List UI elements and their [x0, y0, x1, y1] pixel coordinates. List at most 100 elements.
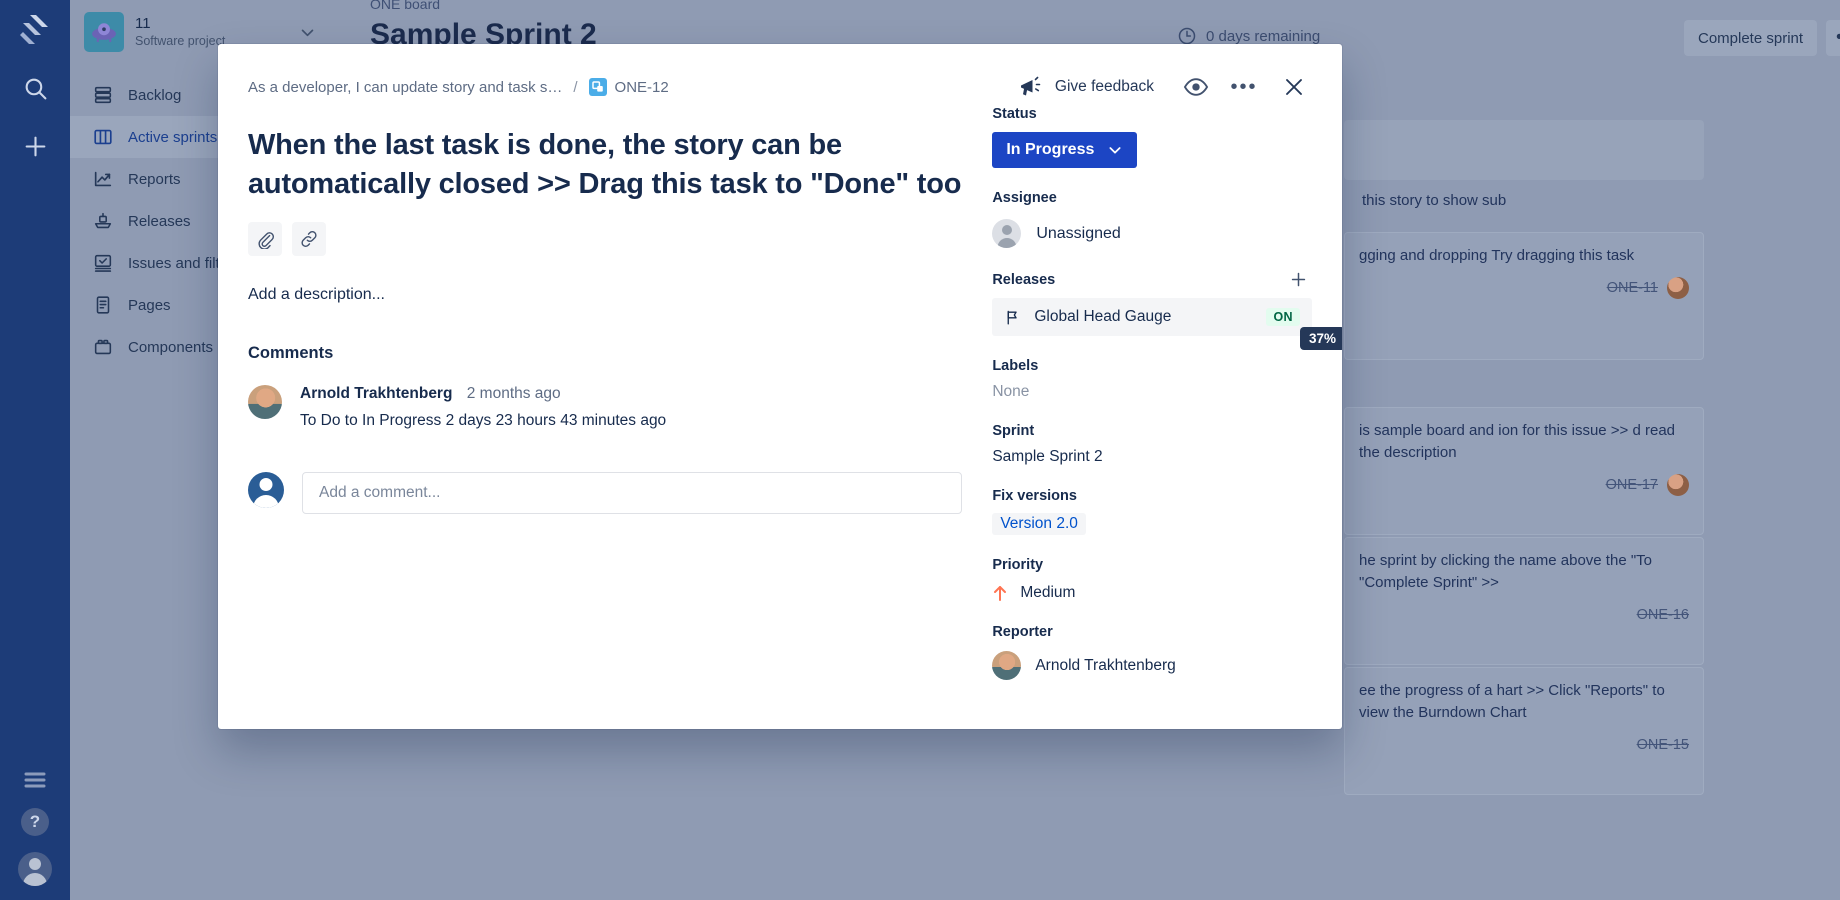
labels-value[interactable]: None	[992, 383, 1312, 401]
board-card[interactable]: is sample board and ion for this issue >…	[1344, 407, 1704, 535]
add-comment-input[interactable]: Add a comment...	[302, 472, 962, 514]
components-icon	[92, 336, 114, 358]
jira-logo[interactable]	[13, 8, 57, 52]
subtask-icon	[589, 78, 607, 96]
project-name: 11	[135, 15, 288, 33]
plus-icon[interactable]	[13, 124, 57, 168]
release-name: Global Head Gauge	[1034, 308, 1253, 326]
search-icon[interactable]	[13, 66, 57, 110]
flag-icon	[1004, 309, 1021, 326]
rail-bottom-group: ?	[0, 770, 70, 886]
avatar	[992, 219, 1021, 248]
release-item[interactable]: Global Head Gauge ON 37%	[992, 298, 1312, 336]
board-more-button[interactable]: •••	[1826, 20, 1840, 56]
status-label: Status	[992, 106, 1312, 122]
release-progress-tooltip: 37%	[1300, 327, 1342, 350]
megaphone-icon	[1018, 76, 1044, 98]
backlog-icon	[92, 84, 114, 106]
priority-value-row[interactable]: Medium	[992, 584, 1312, 602]
give-feedback-label: Give feedback	[1055, 78, 1154, 96]
fix-versions-value[interactable]: Version 2.0	[992, 513, 1086, 535]
sidebar-item-label: Backlog	[128, 87, 181, 104]
field-sprint: Sprint Sample Sprint 2	[992, 423, 1312, 466]
sidebar-item-label: Active sprints	[128, 129, 217, 146]
releases-icon	[92, 210, 114, 232]
comment-author: Arnold Trakhtenberg	[300, 385, 452, 402]
labels-label: Labels	[992, 358, 1312, 374]
board-breadcrumb[interactable]: ONE board	[370, 0, 440, 12]
comment-meta: Arnold Trakhtenberg 2 months ago	[300, 385, 666, 403]
board-icon	[92, 126, 114, 148]
breadcrumb-separator: /	[573, 79, 577, 96]
page-title: When the last task is done, the story ca…	[248, 126, 962, 204]
eye-icon[interactable]	[1178, 69, 1214, 105]
global-nav-rail: ?	[0, 0, 70, 900]
sidebar-item-label: Reports	[128, 171, 181, 188]
modal-body: When the last task is done, the story ca…	[218, 106, 1342, 680]
board-card-footer: ONE-15	[1359, 734, 1689, 756]
link-icon[interactable]	[292, 222, 326, 256]
reporter-value-row[interactable]: Arnold Trakhtenberg	[992, 651, 1312, 680]
board-card[interactable]: ee the progress of a hart >> Click "Repo…	[1344, 667, 1704, 795]
fix-versions-label: Fix versions	[992, 488, 1312, 504]
status-badge[interactable]: In Progress	[992, 132, 1137, 168]
arrow-up-icon	[992, 584, 1008, 602]
board-card[interactable]: he sprint by clicking the name above the…	[1344, 537, 1704, 665]
sidebar-item-label: Pages	[128, 297, 171, 314]
board-card-text: ee the progress of a hart >> Click "Repo…	[1359, 680, 1689, 724]
field-assignee: Assignee Unassigned	[992, 190, 1312, 248]
issue-detail-modal: As a developer, I can update story and t…	[218, 44, 1342, 729]
assignee-value-row[interactable]: Unassigned	[992, 219, 1312, 248]
reporter-value: Arnold Trakhtenberg	[1035, 657, 1175, 675]
board-card-text: is sample board and ion for this issue >…	[1359, 420, 1689, 464]
board-card-key: ONE-17	[1606, 474, 1658, 496]
attach-icon[interactable]	[248, 222, 282, 256]
field-priority: Priority Medium	[992, 557, 1312, 602]
board-card-text: gging and dropping Try dragging this tas…	[1359, 245, 1689, 267]
give-feedback-button[interactable]: Give feedback	[1018, 76, 1154, 98]
sprint-label: Sprint	[992, 423, 1312, 439]
plus-icon[interactable]	[1285, 270, 1312, 289]
add-comment-row: Add a comment...	[248, 472, 962, 514]
reports-icon	[92, 168, 114, 190]
chevron-down-icon[interactable]	[299, 24, 322, 41]
board-card-key: ONE-15	[1637, 734, 1689, 756]
help-icon[interactable]: ?	[21, 808, 49, 836]
sidebar-item-label: Releases	[128, 213, 191, 230]
board-card-key: ONE-11	[1607, 277, 1658, 299]
breadcrumb-issue-key[interactable]: ONE-12	[615, 79, 669, 96]
board-card-footer: ONE-17	[1359, 474, 1689, 496]
sprint-value[interactable]: Sample Sprint 2	[992, 448, 1312, 466]
card-text-fragment: this story to show sub	[1362, 190, 1692, 212]
field-fix-versions: Fix versions Version 2.0	[992, 488, 1312, 535]
field-reporter: Reporter Arnold Trakhtenberg	[992, 624, 1312, 680]
board-card-footer: ONE-11	[1359, 277, 1689, 299]
pages-icon	[92, 294, 114, 316]
project-avatar	[84, 12, 124, 52]
board-card-footer: ONE-16	[1359, 604, 1689, 626]
status-value: In Progress	[1006, 141, 1094, 159]
close-icon[interactable]	[1276, 69, 1312, 105]
comment-body: Arnold Trakhtenberg 2 months ago To Do t…	[300, 385, 666, 430]
more-dots-icon[interactable]: •••	[1226, 69, 1262, 105]
chevron-down-icon	[1107, 142, 1123, 158]
reporter-label: Reporter	[992, 624, 1312, 640]
complete-sprint-button[interactable]: Complete sprint	[1684, 20, 1817, 56]
clock-icon	[1177, 26, 1197, 46]
board-column-placeholder	[1344, 120, 1704, 180]
profile-avatar[interactable]	[18, 852, 52, 886]
breadcrumb-parent-link[interactable]: As a developer, I can update story and t…	[248, 79, 562, 96]
issues-icon	[92, 252, 114, 274]
comment-text: To Do to In Progress 2 days 23 hours 43 …	[300, 412, 666, 430]
menu-expand-icon[interactable]	[23, 770, 47, 790]
board-card[interactable]: gging and dropping Try dragging this tas…	[1344, 232, 1704, 360]
days-remaining: 0 days remaining	[1177, 26, 1320, 46]
modal-main-column: When the last task is done, the story ca…	[248, 106, 978, 680]
avatar	[1667, 277, 1689, 299]
app-root: ? 11 Software project	[0, 0, 1840, 900]
priority-label: Priority	[992, 557, 1312, 573]
modal-details-column: Status In Progress Assignee	[978, 106, 1312, 680]
description-placeholder[interactable]: Add a description...	[248, 286, 962, 304]
avatar	[992, 651, 1021, 680]
sidebar-item-label: Components	[128, 339, 213, 356]
